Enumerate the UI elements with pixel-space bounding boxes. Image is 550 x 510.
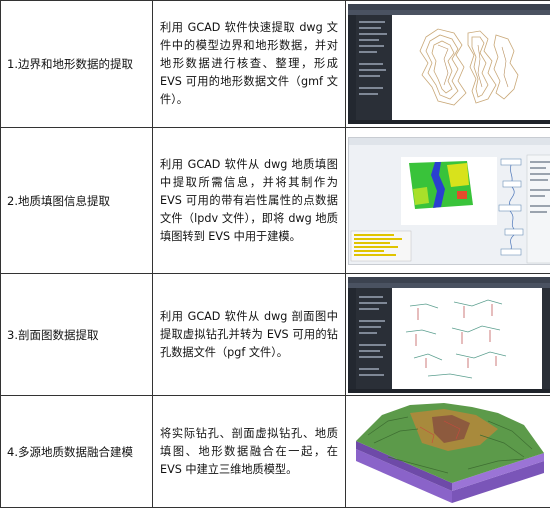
image-cell (345, 127, 550, 274)
app-status-bar (348, 388, 550, 393)
step-label: 2.地质填图信息提取 (7, 193, 110, 208)
step-cell: 3.剖面图数据提取 (0, 273, 153, 396)
cross-section-profiles (405, 299, 507, 378)
table-row: 4.多源地质数据融合建模 将实际钻孔、剖面虚拟钻孔、地质填图、地形数据融合在一起… (0, 395, 550, 508)
cross-section-virtual-borehole-screenshot (348, 276, 550, 393)
app-toolstrip (348, 15, 356, 124)
step-label: 4.多源地质数据融合建模 (7, 444, 133, 459)
step-cell: 2.地质填图信息提取 (0, 127, 153, 274)
evs-toolbar (349, 137, 550, 145)
step-cell: 1.边界和地形数据的提取 (0, 0, 153, 128)
description-cell: 利用 GCAD 软件快速提取 dwg 文件中的模型边界和地形数据，并对地形数据进… (152, 0, 346, 128)
evs-workspace (350, 154, 550, 263)
step-label: 1.边界和地形数据的提取 (7, 57, 133, 71)
geologic-map-evs-network-screenshot (348, 136, 550, 265)
terrain-contour-drawing (419, 28, 519, 106)
workflow-table: 1.边界和地形数据的提取 利用 GCAD 软件快速提取 dwg 文件中的模型边界… (0, 0, 550, 508)
table-row: 1.边界和地形数据的提取 利用 GCAD 软件快速提取 dwg 文件中的模型边界… (0, 0, 550, 128)
properties-panel (542, 287, 550, 389)
geologic-model-block (356, 402, 544, 503)
drawing-canvas (392, 15, 550, 120)
step-description: 利用 GCAD 软件从 dwg 地质填图中提取所需信息，并将其制作为 EVS 可… (160, 157, 338, 243)
dwg-terrain-contour-screenshot (348, 4, 550, 124)
image-cell (345, 395, 550, 508)
description-cell: 利用 GCAD 软件从 dwg 地质填图中提取所需信息，并将其制作为 EVS 可… (152, 127, 346, 274)
layer-tree-panel (356, 287, 392, 393)
step-description: 利用 GCAD 软件从 dwg 剖面图中提取虚拟钻孔并转为 EVS 可用的钻孔数… (160, 309, 338, 359)
description-cell: 利用 GCAD 软件从 dwg 剖面图中提取虚拟钻孔并转为 EVS 可用的钻孔数… (152, 273, 346, 396)
image-cell (345, 273, 550, 396)
app-status-bar (348, 120, 550, 124)
drawing-canvas (392, 287, 542, 389)
image-cell (345, 0, 550, 128)
description-cell: 将实际钻孔、剖面虚拟钻孔、地质填图、地形数据融合在一起，在 EVS 中建立三维地… (152, 395, 346, 508)
step-description: 将实际钻孔、剖面虚拟钻孔、地质填图、地形数据融合在一起，在 EVS 中建立三维地… (160, 426, 338, 476)
app-toolstrip (348, 287, 356, 393)
3d-geologic-model-render (348, 398, 550, 505)
step-label: 3.剖面图数据提取 (7, 327, 99, 342)
table-row: 3.剖面图数据提取 利用 GCAD 软件从 dwg 剖面图中提取虚拟钻孔并转为 … (0, 273, 550, 396)
step-cell: 4.多源地质数据融合建模 (0, 395, 153, 508)
layer-tree-panel (356, 15, 392, 124)
table-row: 2.地质填图信息提取 利用 GCAD 软件从 dwg 地质填图中提取所需信息，并… (0, 127, 550, 274)
step-description: 利用 GCAD 软件快速提取 dwg 文件中的模型边界和地形数据，并对地形数据进… (160, 21, 338, 106)
